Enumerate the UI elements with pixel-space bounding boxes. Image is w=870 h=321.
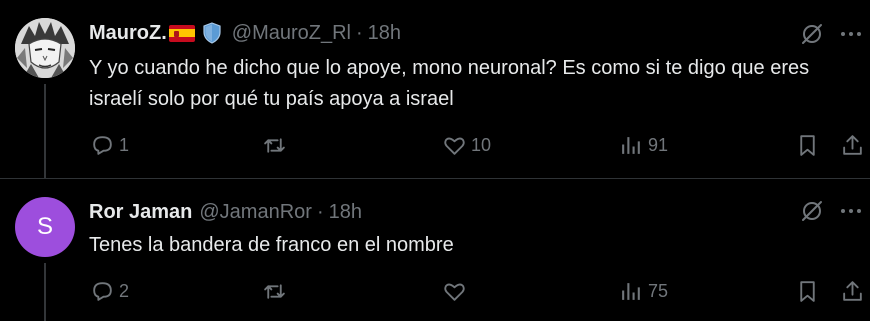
- reply-count: 1: [119, 134, 130, 155]
- retweet-button[interactable]: [262, 276, 291, 306]
- like-icon: [444, 283, 465, 301]
- tweet-actions: 2 75: [0, 276, 870, 306]
- bookmark-button[interactable]: [795, 276, 820, 306]
- avatar[interactable]: S: [15, 197, 75, 257]
- avatar-image: [15, 18, 75, 78]
- spain-flag-icon: [168, 24, 195, 42]
- share-button[interactable]: [840, 130, 865, 160]
- reply-button[interactable]: 2: [90, 276, 129, 306]
- tweet-actions: 1 10 91: [0, 130, 870, 160]
- share-icon: [843, 280, 862, 301]
- avatar[interactable]: [15, 18, 75, 78]
- grok-icon[interactable]: [799, 21, 825, 47]
- reply-icon: [93, 135, 112, 155]
- tweet[interactable]: MauroZ. @MauroZ_Rl · 18h Y yo cuando he …: [0, 0, 870, 178]
- views-icon: [622, 282, 640, 300]
- tweet-text: Y yo cuando he dicho que lo apoye, mono …: [89, 57, 810, 110]
- author-handle[interactable]: @JamanRor: [199, 201, 312, 224]
- more-icon[interactable]: [838, 198, 864, 224]
- separator-dot: ·: [356, 21, 363, 44]
- retweet-icon: [264, 137, 285, 153]
- like-count: 10: [471, 134, 492, 155]
- tweet[interactable]: S Ror Jaman @JamanRor · 18h Tenes la ban…: [0, 179, 870, 321]
- shield-icon: [203, 22, 221, 44]
- tweet-header: Ror Jaman @JamanRor · 18h: [89, 199, 362, 225]
- share-button[interactable]: [840, 276, 865, 306]
- bookmark-icon: [800, 134, 815, 156]
- tweet-text: Tenes la bandera de franco en el nombre: [89, 234, 454, 256]
- grok-icon[interactable]: [799, 198, 825, 224]
- reply-count: 2: [119, 280, 130, 301]
- author-handle[interactable]: @MauroZ_Rl: [232, 22, 351, 45]
- reply-button[interactable]: 1: [90, 130, 129, 160]
- like-button[interactable]: [442, 276, 471, 306]
- author-name[interactable]: MauroZ.: [89, 22, 167, 45]
- timestamp[interactable]: 18h: [368, 22, 401, 45]
- timestamp[interactable]: 18h: [329, 201, 362, 224]
- avatar-letter: S: [36, 213, 53, 240]
- retweet-icon: [264, 283, 285, 299]
- views-button[interactable]: 91: [619, 130, 668, 160]
- views-count: 91: [648, 134, 669, 155]
- like-button[interactable]: 10: [442, 130, 491, 160]
- reply-icon: [93, 281, 112, 301]
- retweet-button[interactable]: [262, 130, 291, 160]
- bookmark-icon: [800, 280, 815, 302]
- tweet-header: MauroZ. @MauroZ_Rl · 18h: [89, 20, 401, 46]
- views-icon: [622, 136, 640, 154]
- author-name[interactable]: Ror Jaman: [89, 201, 192, 224]
- share-icon: [843, 134, 862, 155]
- views-button[interactable]: 75: [619, 276, 668, 306]
- more-icon[interactable]: [838, 21, 864, 47]
- like-icon: [444, 137, 465, 155]
- separator-dot: ·: [316, 200, 324, 223]
- bookmark-button[interactable]: [795, 130, 820, 160]
- views-count: 75: [648, 280, 669, 301]
